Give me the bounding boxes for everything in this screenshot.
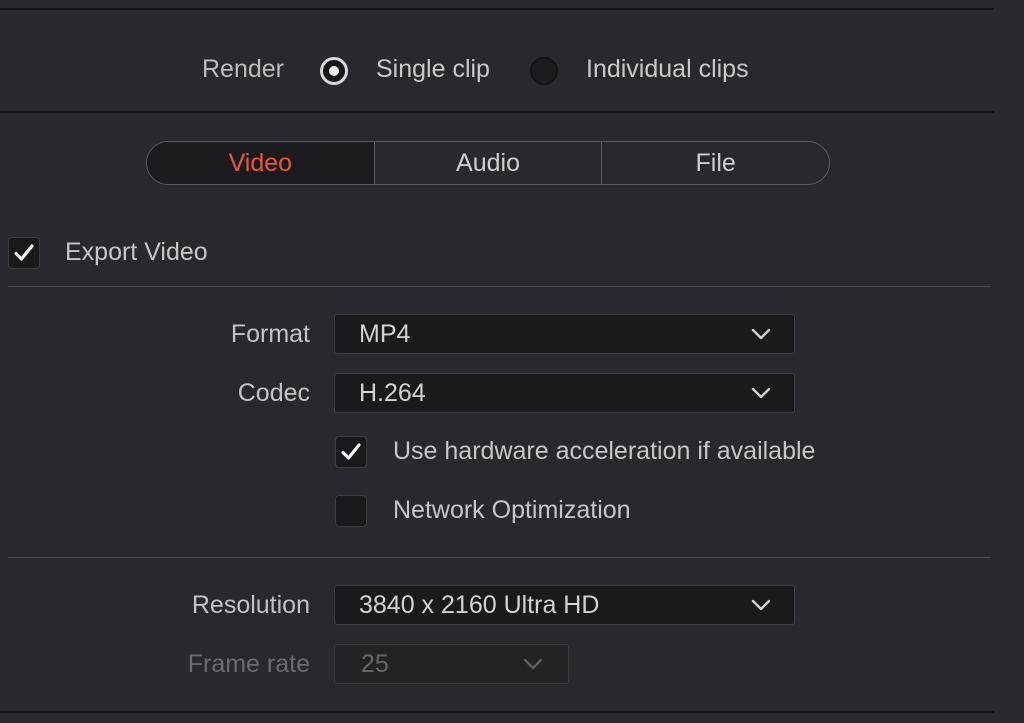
export-video-checkbox[interactable] (8, 237, 40, 269)
single-clip-radio[interactable] (320, 57, 348, 85)
codec-divider (8, 557, 991, 558)
resolution-label: Resolution (191, 591, 310, 619)
codec-value: H.264 (359, 378, 426, 407)
tab-video[interactable]: Video (147, 142, 374, 184)
codec-select[interactable]: H.264 (334, 373, 795, 413)
resolution-value: 3840 x 2160 Ultra HD (359, 590, 600, 619)
tab-audio[interactable]: Audio (373, 142, 602, 184)
format-select[interactable]: MP4 (334, 314, 795, 354)
format-value: MP4 (359, 319, 411, 348)
chevron-down-icon (751, 328, 771, 340)
bottom-divider (0, 711, 994, 713)
frame-rate-label: Frame rate (187, 650, 310, 678)
render-label: Render (202, 55, 284, 83)
single-clip-label[interactable]: Single clip (376, 55, 490, 84)
top-divider (0, 8, 994, 10)
chevron-down-icon (751, 387, 771, 399)
settings-tabs: Video Audio File (146, 141, 830, 185)
render-divider (0, 111, 994, 113)
format-label: Format (230, 320, 310, 348)
chevron-down-icon (751, 599, 771, 611)
export-divider (8, 286, 991, 287)
checkmark-icon (14, 244, 34, 261)
network-optimization-label[interactable]: Network Optimization (393, 496, 631, 525)
codec-label: Codec (237, 379, 310, 407)
hardware-accel-checkbox[interactable] (335, 436, 367, 468)
checkmark-icon (341, 443, 361, 460)
chevron-down-icon (523, 658, 543, 670)
resolution-select[interactable]: 3840 x 2160 Ultra HD (334, 585, 795, 625)
frame-rate-value: 25 (361, 649, 389, 678)
individual-clips-label[interactable]: Individual clips (586, 55, 749, 84)
hardware-accel-label[interactable]: Use hardware acceleration if available (393, 437, 815, 466)
network-optimization-checkbox[interactable] (335, 495, 367, 527)
frame-rate-select: 25 (334, 644, 569, 684)
export-video-label[interactable]: Export Video (65, 238, 208, 267)
individual-clips-radio[interactable] (530, 57, 558, 85)
tab-file[interactable]: File (601, 142, 829, 184)
